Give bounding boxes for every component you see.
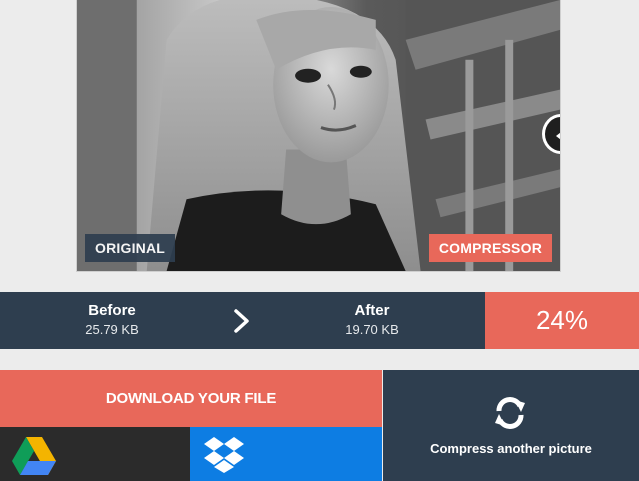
dropbox-icon xyxy=(204,437,244,473)
download-button[interactable]: DOWNLOAD YOUR FILE xyxy=(0,370,382,427)
save-to-dropbox-button[interactable] xyxy=(190,427,382,481)
compression-stats-bar: Before 25.79 KB After 19.70 KB 24% xyxy=(0,292,639,349)
reduction-percent: 24% xyxy=(485,292,639,349)
image-comparison-preview: ORIGINAL COMPRESSOR xyxy=(76,0,561,272)
save-to-google-drive-button[interactable] xyxy=(0,427,190,481)
chevron-right-icon xyxy=(234,309,249,333)
after-stat: After 19.70 KB xyxy=(322,301,422,339)
before-stat: Before 25.79 KB xyxy=(62,301,162,339)
preview-photo xyxy=(77,0,560,271)
google-drive-icon xyxy=(12,437,56,475)
compress-another-label: Compress another picture xyxy=(430,441,592,456)
before-label: Before xyxy=(88,302,136,319)
after-label: After xyxy=(354,302,390,319)
refresh-icon xyxy=(495,397,525,429)
compressed-label: COMPRESSOR xyxy=(428,234,552,262)
original-label: ORIGINAL xyxy=(85,234,176,262)
after-size: 19.70 KB xyxy=(345,322,399,337)
before-size: 25.79 KB xyxy=(85,322,139,337)
compress-another-button[interactable]: Compress another picture xyxy=(383,370,639,481)
